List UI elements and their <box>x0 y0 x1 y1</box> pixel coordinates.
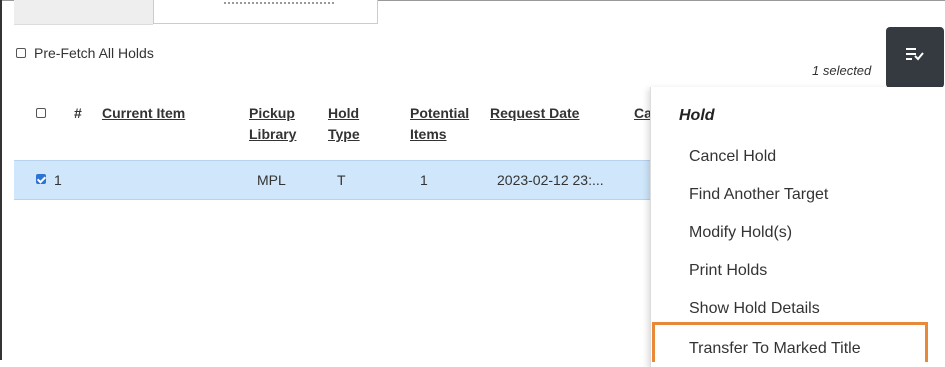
menu-section-header: Hold <box>679 107 715 124</box>
row-checkbox[interactable] <box>36 174 46 184</box>
col-header-hold-type[interactable]: Hold Type <box>328 103 360 145</box>
prefetch-label: Pre-Fetch All Holds <box>34 45 154 61</box>
select-all-checkbox[interactable] <box>36 108 46 118</box>
col-header-potential-line2: Items <box>410 126 447 142</box>
highlight-box <box>652 322 928 362</box>
row-number: 1 <box>54 172 62 188</box>
col-header-pickup-line2: Library <box>249 126 297 142</box>
col-header-potential-line1: Potential <box>410 105 470 121</box>
row-hold-type: T <box>337 172 346 188</box>
menu-item-print-holds[interactable]: Print Holds <box>689 262 767 280</box>
prefetch-checkbox[interactable] <box>16 48 26 58</box>
col-header-holdtype-line2: Type <box>328 126 360 142</box>
window-left-border <box>0 0 2 360</box>
row-pickup-library: MPL <box>257 172 286 188</box>
tab-label-cropped <box>224 2 334 7</box>
col-header-request-date[interactable]: Request Date <box>490 103 579 124</box>
row-potential-items: 1 <box>420 172 428 188</box>
col-header-current-item[interactable]: Current Item <box>102 103 185 124</box>
col-header-holdtype-line1: Hold <box>328 105 360 121</box>
menu-item-cancel-hold[interactable]: Cancel Hold <box>689 148 776 166</box>
menu-item-find-another-target[interactable]: Find Another Target <box>689 186 828 204</box>
selected-count: 1 selected <box>812 63 872 78</box>
tab-strip <box>14 0 378 25</box>
tab-active[interactable] <box>14 0 153 25</box>
grid-actions-button[interactable] <box>886 27 944 88</box>
list-check-icon <box>906 48 924 61</box>
col-header-potential-items[interactable]: Potential Items <box>410 103 469 145</box>
col-header-pickup-library[interactable]: Pickup Library <box>249 103 296 145</box>
menu-item-show-hold-details[interactable]: Show Hold Details <box>689 300 820 318</box>
menu-item-modify-holds[interactable]: Modify Hold(s) <box>689 224 792 242</box>
row-request-date: 2023-02-12 23:... <box>497 172 604 188</box>
col-header-pickup-line1: Pickup <box>249 105 295 121</box>
tab-inactive[interactable] <box>153 0 378 24</box>
col-header-number: # <box>74 105 82 121</box>
